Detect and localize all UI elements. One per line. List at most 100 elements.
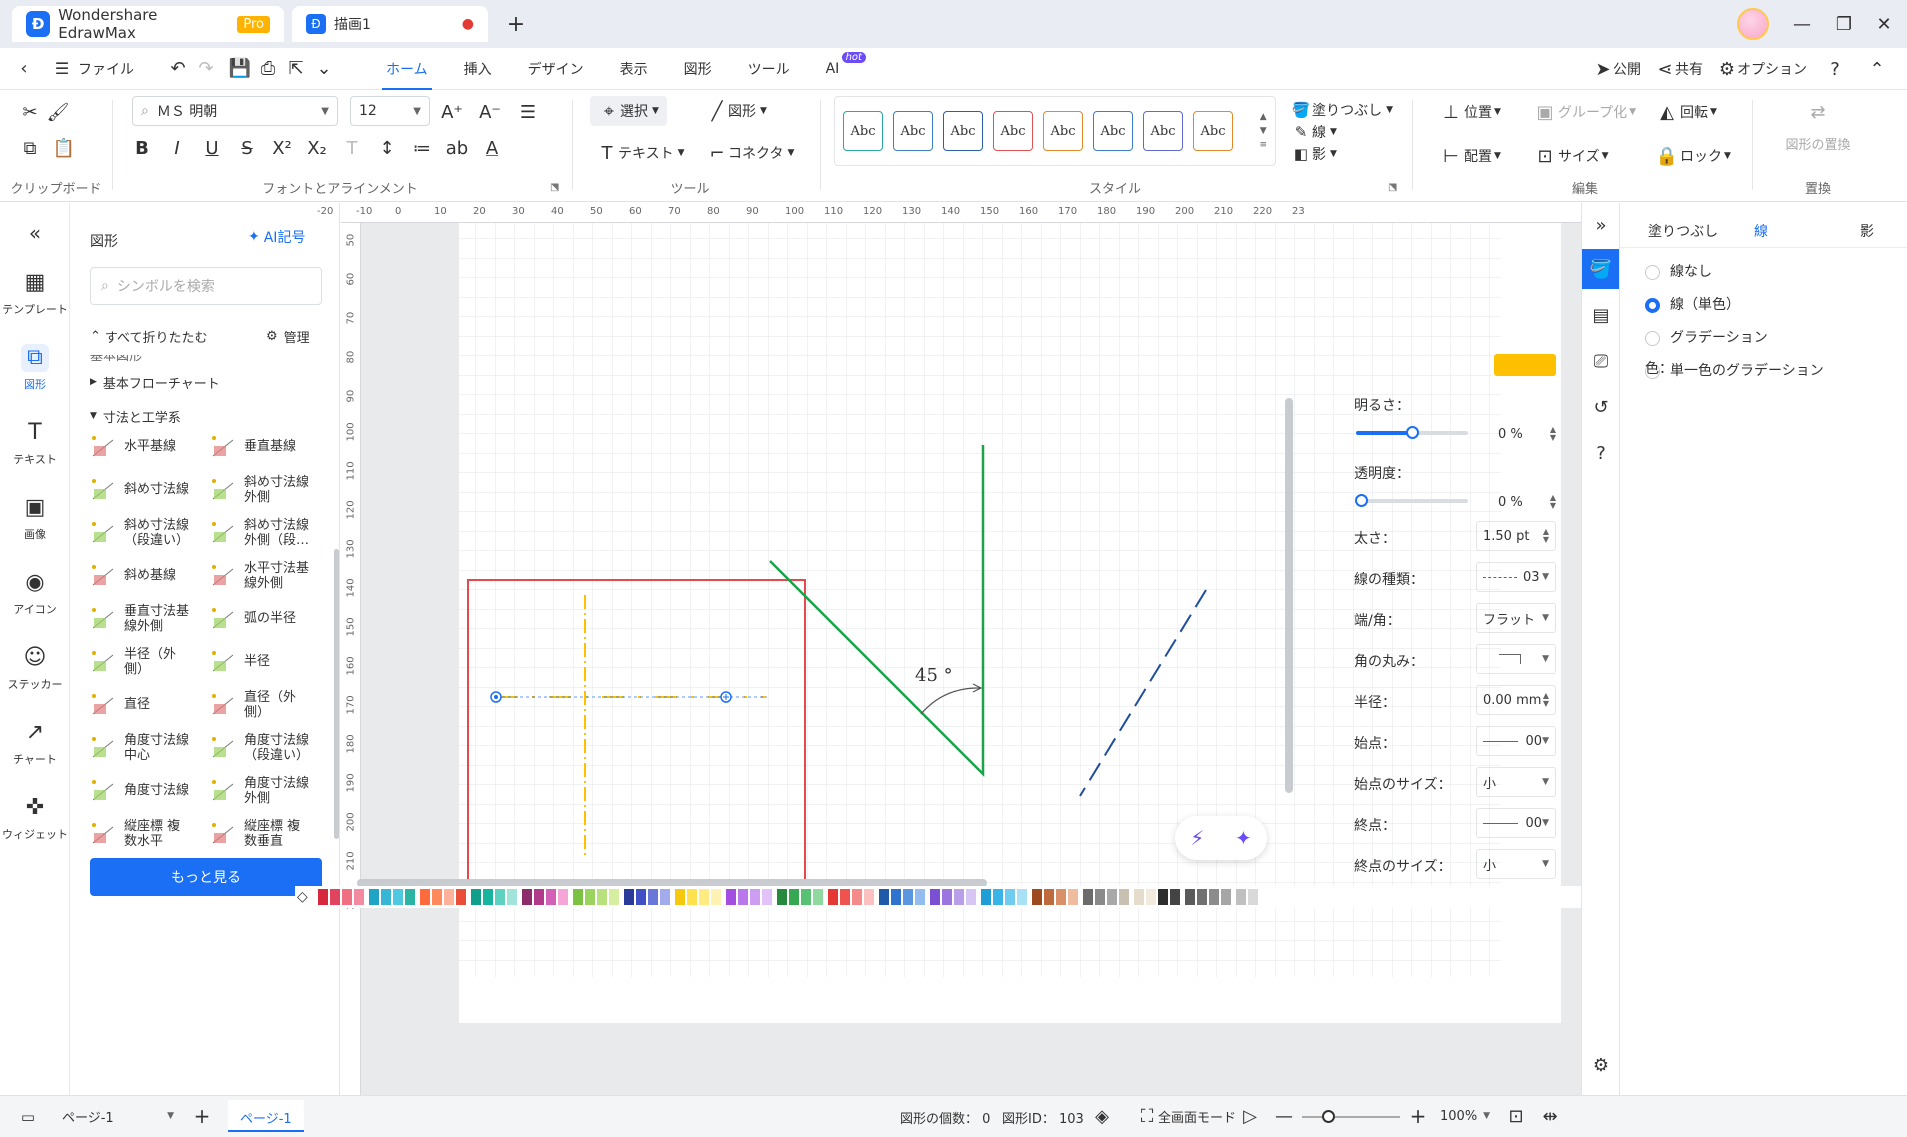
- align-button[interactable]: ⊢ 配置 ▼: [1438, 142, 1501, 170]
- redo-icon[interactable]: ↷: [192, 55, 220, 83]
- palette-swatch[interactable]: [941, 889, 952, 905]
- style-preset-7[interactable]: Abc: [1143, 111, 1183, 151]
- shape-item[interactable]: 半径（外 側）: [90, 640, 210, 683]
- style-preset-3[interactable]: Abc: [943, 111, 983, 151]
- transparency-slider[interactable]: [1355, 494, 1468, 507]
- align-icon[interactable]: ☰: [514, 98, 542, 126]
- slider-thumb[interactable]: [1355, 494, 1368, 507]
- palette-swatch[interactable]: [965, 889, 976, 905]
- radius-input[interactable]: 0.00 mm ▲ ▼: [1476, 685, 1556, 715]
- linetype-select[interactable]: 03 ▼: [1476, 562, 1556, 592]
- position-button[interactable]: ⊥ 位置 ▼: [1438, 98, 1501, 126]
- end-size-select[interactable]: 小 ▼: [1476, 849, 1556, 879]
- fill-bucket-icon[interactable]: 🪣: [1582, 249, 1620, 289]
- increase-font-icon[interactable]: A⁺: [438, 98, 466, 126]
- replace-shape-icon[interactable]: ⇄: [1804, 98, 1832, 126]
- angle-label[interactable]: 45 °: [915, 665, 953, 686]
- presentation-icon[interactable]: ⎚: [1587, 347, 1615, 375]
- palette-swatch[interactable]: [776, 889, 787, 905]
- save-icon[interactable]: 💾: [226, 55, 254, 83]
- format-painter-icon[interactable]: 🖌: [44, 98, 72, 126]
- size-button[interactable]: ⊡ サイズ ▼: [1532, 142, 1608, 170]
- magic-wand-icon[interactable]: ⚡: [1190, 826, 1204, 850]
- lock-button[interactable]: 🔒 ロック ▼: [1654, 142, 1731, 170]
- palette-swatch[interactable]: [1169, 889, 1180, 905]
- radio[interactable]: [1645, 330, 1660, 346]
- shape-item[interactable]: 垂直基線: [210, 425, 330, 468]
- nav-chart[interactable]: ↗ チャート: [0, 705, 70, 780]
- decrease-font-icon[interactable]: A⁻: [476, 98, 504, 126]
- page-select[interactable]: ページ-1 ▼: [62, 1102, 174, 1130]
- palette-swatch[interactable]: [647, 889, 658, 905]
- palette-swatch[interactable]: [1208, 889, 1219, 905]
- palette-swatch[interactable]: [1016, 889, 1027, 905]
- palette-swatch[interactable]: [1106, 889, 1117, 905]
- palette-swatch[interactable]: [470, 889, 481, 905]
- palette-swatch[interactable]: [1145, 889, 1156, 905]
- zoom-slider[interactable]: [1302, 1110, 1400, 1123]
- app-tab[interactable]: Ð Wondershare EdrawMax Pro: [12, 6, 284, 42]
- option-no-line[interactable]: 線なし: [1645, 261, 1712, 281]
- tab-shadow[interactable]: 影: [1860, 221, 1874, 241]
- palette-swatch[interactable]: [572, 889, 583, 905]
- zoom-in-icon[interactable]: +: [1404, 1102, 1432, 1130]
- palette-swatch[interactable]: [902, 889, 913, 905]
- round-select[interactable]: ▼: [1476, 644, 1556, 674]
- new-tab-icon[interactable]: +: [502, 10, 530, 38]
- hamburger-icon[interactable]: ☰: [48, 55, 76, 83]
- style-preset-8[interactable]: Abc: [1193, 111, 1233, 151]
- shape-item[interactable]: 角度寸法線 （段違い）: [210, 726, 330, 769]
- shape-item[interactable]: 斜め寸法線 （段違い）: [90, 511, 210, 554]
- category-basic-shapes[interactable]: 基本図形: [90, 355, 330, 367]
- group-button[interactable]: ▣ グループ化 ▼: [1532, 98, 1636, 126]
- tab-ai[interactable]: AI hot: [808, 48, 866, 90]
- replace-shape-button[interactable]: 図形の置換: [1770, 134, 1866, 153]
- palette-swatch[interactable]: [1067, 889, 1078, 905]
- width-input[interactable]: 1.50 pt ▲ ▼: [1476, 521, 1556, 551]
- palette-swatch[interactable]: [1004, 889, 1015, 905]
- palette-swatch[interactable]: [1184, 889, 1195, 905]
- palette-swatch[interactable]: [863, 889, 874, 905]
- paste-icon[interactable]: 📋: [50, 134, 78, 162]
- minimize-icon[interactable]: —: [1788, 10, 1816, 38]
- font-color-icon[interactable]: A: [478, 134, 506, 162]
- palette-swatch[interactable]: [851, 889, 862, 905]
- fit-width-icon[interactable]: ⇹: [1536, 1102, 1564, 1130]
- tab-line[interactable]: 線: [1754, 221, 1768, 241]
- nav-sticker[interactable]: ☺ ステッカー: [0, 630, 70, 705]
- panel-toggle-icon[interactable]: ▭: [14, 1103, 42, 1131]
- palette-swatch[interactable]: [710, 889, 721, 905]
- palette-swatch[interactable]: [392, 889, 403, 905]
- superscript-icon[interactable]: X²: [268, 134, 296, 162]
- document-tab[interactable]: Ð 描画1 ●: [292, 6, 488, 42]
- tab-home[interactable]: ホーム: [368, 48, 446, 90]
- palette-swatch[interactable]: [788, 889, 799, 905]
- bullet-list-icon[interactable]: ≔: [408, 134, 436, 162]
- file-menu[interactable]: ファイル: [78, 59, 134, 79]
- style-preset-1[interactable]: Abc: [843, 111, 883, 151]
- palette-swatch[interactable]: [914, 889, 925, 905]
- palette-swatch[interactable]: [839, 889, 850, 905]
- category-dimensioning[interactable]: ▼ 寸法と工学系: [90, 405, 181, 427]
- palette-swatch[interactable]: [992, 889, 1003, 905]
- line-color-swatch[interactable]: [1494, 354, 1556, 376]
- collapse-all-button[interactable]: ⌃ すべて折りたたむ: [90, 327, 207, 346]
- vertical-scrollbar[interactable]: [1285, 398, 1293, 793]
- help-icon[interactable]: ?: [1821, 55, 1849, 83]
- palette-swatch[interactable]: [929, 889, 940, 905]
- subscript-icon[interactable]: X₂: [303, 134, 331, 162]
- tab-insert[interactable]: 挿入: [446, 48, 510, 90]
- palette-swatch[interactable]: [506, 889, 517, 905]
- palette-swatch[interactable]: [443, 889, 454, 905]
- history-icon[interactable]: ↺: [1587, 393, 1615, 421]
- palette-swatch[interactable]: [455, 889, 466, 905]
- palette-swatch[interactable]: [1247, 889, 1258, 905]
- palette-swatch[interactable]: [1196, 889, 1207, 905]
- add-page-icon[interactable]: +: [188, 1102, 216, 1130]
- line-spacing-icon[interactable]: ↕: [373, 134, 401, 162]
- close-icon[interactable]: ✕: [1870, 10, 1898, 38]
- nav-shape[interactable]: ⧉ 図形: [0, 330, 70, 405]
- palette-swatch[interactable]: [761, 889, 772, 905]
- restore-icon[interactable]: ❐: [1830, 10, 1858, 38]
- font-family-select[interactable]: ⌕ ＭＳ 明朝 ▼: [132, 96, 338, 126]
